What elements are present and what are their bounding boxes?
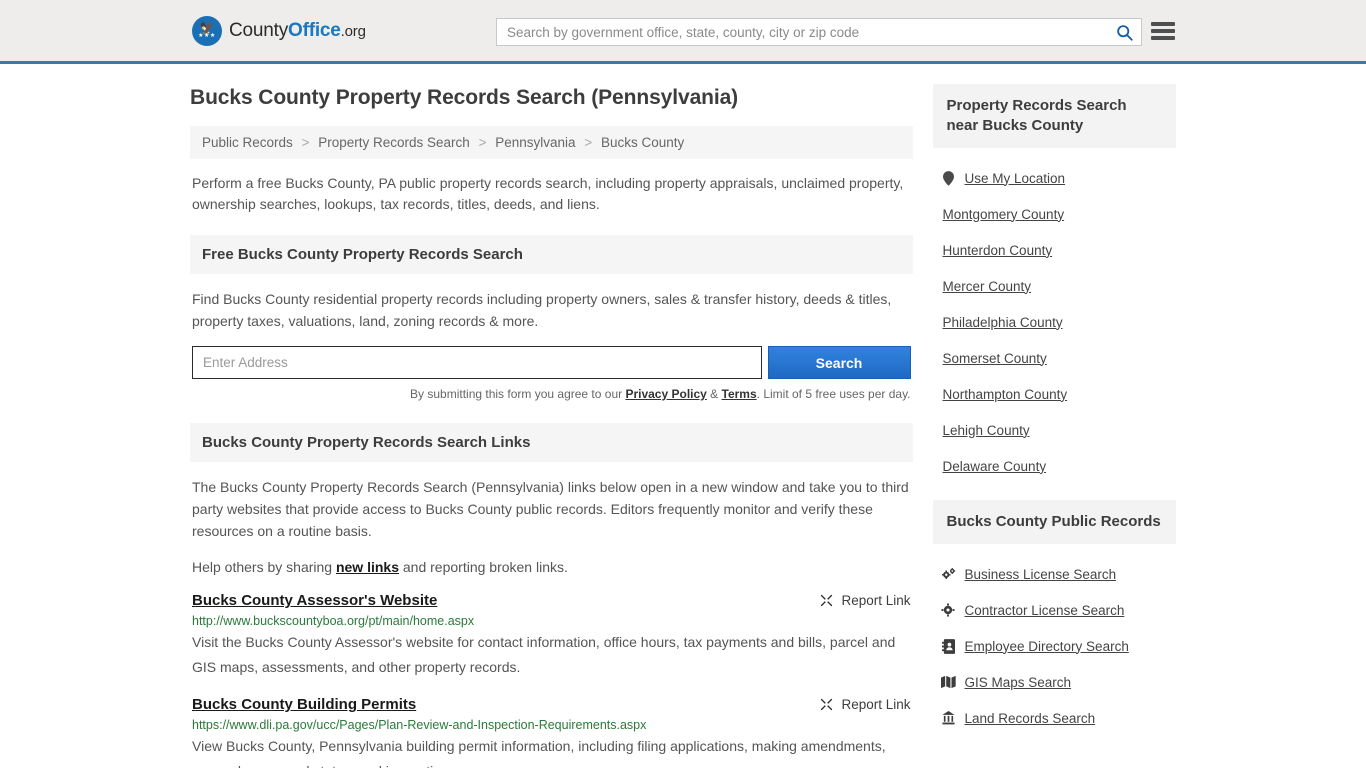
sidebar-item-use-my-location[interactable]: Use My Location: [933, 160, 1176, 196]
sidebar-link-label[interactable]: Contractor License Search: [965, 603, 1125, 618]
broken-link-icon: [821, 594, 833, 607]
eagle-seal-icon: 🦅 ★★★: [192, 15, 222, 46]
sidebar-link-label[interactable]: Northampton County: [943, 387, 1068, 402]
sidebar-link-label[interactable]: Philadelphia County: [943, 315, 1063, 330]
sidebar-link-label[interactable]: Use My Location: [965, 171, 1066, 186]
brand-part-county: County: [229, 19, 289, 41]
sidebar-item-northampton-county[interactable]: Northampton County: [933, 376, 1176, 412]
privacy-policy-link[interactable]: Privacy Policy: [625, 387, 706, 401]
disclaimer-prefix: By submitting this form you agree to our: [410, 387, 626, 401]
result-description: Visit the Bucks County Assessor's websit…: [192, 634, 896, 675]
sidebar-item-land-records-search[interactable]: Land Records Search: [933, 700, 1176, 736]
free-search-description: Find Bucks County residential property r…: [192, 291, 892, 329]
address-search-form: Search: [192, 346, 911, 379]
sidebar-link-label[interactable]: GIS Maps Search: [965, 675, 1072, 690]
result-header: Bucks County Assessor's Website Report L…: [192, 592, 911, 609]
sidebar-link-label[interactable]: Montgomery County: [943, 207, 1065, 222]
brand-part-office: Office: [288, 19, 341, 41]
result-item: Bucks County Assessor's Website Report L…: [192, 592, 911, 680]
search-links-paragraph: The Bucks County Property Records Search…: [192, 479, 909, 539]
address-input[interactable]: [192, 346, 762, 379]
breadcrumb-separator: >: [478, 135, 487, 150]
breadcrumb-item-bucks-county[interactable]: Bucks County: [601, 135, 684, 150]
sidebar-item-mercer-county[interactable]: Mercer County: [933, 268, 1176, 304]
page-title: Bucks County Property Records Search (Pe…: [190, 86, 739, 109]
report-link-button[interactable]: Report Link: [819, 593, 911, 608]
brand-part-tld: .org: [340, 22, 366, 40]
site-logo[interactable]: 🦅 ★★★ CountyOffice.org: [192, 15, 366, 46]
sidebar-link-label[interactable]: Delaware County: [943, 459, 1047, 474]
main-column: Bucks County Property Records Search (Pe…: [190, 64, 913, 768]
address-search-button[interactable]: Search: [767, 346, 911, 379]
cogs-icon: [941, 567, 956, 581]
form-disclaimer: By submitting this form you agree to our…: [192, 387, 911, 401]
sidebar-item-philadelphia-county[interactable]: Philadelphia County: [933, 304, 1176, 340]
breadcrumb-item-pennsylvania[interactable]: Pennsylvania: [495, 135, 575, 150]
sidebar-link-label[interactable]: Lehigh County: [943, 423, 1030, 438]
sidebar-item-contractor-license-search[interactable]: Contractor License Search: [933, 592, 1176, 628]
sidebar-link-label[interactable]: Business License Search: [965, 567, 1117, 582]
page-body: Bucks County Property Records Search (Pe…: [0, 64, 1366, 768]
sidebar-item-somerset-county[interactable]: Somerset County: [933, 340, 1176, 376]
disclaimer-amp: &: [706, 387, 722, 401]
result-title-link[interactable]: Bucks County Assessor's Website: [192, 592, 437, 609]
search-links-heading: Bucks County Property Records Search Lin…: [190, 423, 913, 462]
result-item: Bucks County Building Permits Report Lin…: [192, 696, 911, 768]
sidebar-item-employee-directory-search[interactable]: Employee Directory Search: [933, 628, 1176, 664]
broken-link-icon: [821, 698, 833, 711]
breadcrumb: Public Records > Property Records Search…: [190, 126, 913, 159]
address-book-icon: [941, 638, 956, 654]
result-url[interactable]: http://www.buckscountyboa.org/pt/main/ho…: [192, 614, 911, 628]
intro-paragraph: Perform a free Bucks County, PA public p…: [192, 175, 904, 212]
help-suffix: and reporting broken links.: [399, 559, 568, 575]
sidebar-item-business-license-search[interactable]: Business License Search: [933, 556, 1176, 592]
sidebar-item-gis-maps-search[interactable]: GIS Maps Search: [933, 664, 1176, 700]
nearby-search-heading: Property Records Search near Bucks Count…: [932, 84, 1176, 148]
search-icon[interactable]: [1107, 19, 1141, 45]
sidebar-link-label[interactable]: Somerset County: [943, 351, 1047, 366]
result-url[interactable]: https://www.dli.pa.gov/ucc/Pages/Plan-Re…: [192, 718, 911, 732]
help-others-line: Help others by sharing new links and rep…: [192, 556, 911, 578]
landmark-icon: [941, 711, 956, 725]
cog-icon: [941, 603, 956, 617]
disclaimer-suffix: . Limit of 5 free uses per day.: [756, 387, 911, 401]
free-search-heading: Free Bucks County Property Records Searc…: [190, 235, 913, 274]
sidebar-item-montgomery-county[interactable]: Montgomery County: [933, 196, 1176, 232]
breadcrumb-separator: >: [301, 135, 310, 150]
map-pin-icon: [941, 170, 956, 186]
sidebar-link-label[interactable]: Hunterdon County: [943, 243, 1053, 258]
sidebar: Property Records Search near Bucks Count…: [932, 64, 1176, 768]
report-link-button[interactable]: Report Link: [819, 697, 911, 712]
public-records-heading: Bucks County Public Records: [932, 500, 1176, 544]
breadcrumb-item-property-records-search[interactable]: Property Records Search: [318, 135, 470, 150]
help-prefix: Help others by sharing: [192, 559, 336, 575]
new-links-link[interactable]: new links: [336, 559, 399, 575]
result-description: View Bucks County, Pennsylvania building…: [192, 738, 886, 768]
sidebar-link-label[interactable]: Land Records Search: [965, 711, 1096, 726]
sidebar-link-label[interactable]: Employee Directory Search: [965, 639, 1129, 654]
sidebar-item-hunterdon-county[interactable]: Hunterdon County: [933, 232, 1176, 268]
report-link-label: Report Link: [841, 697, 911, 712]
brand-wordmark: CountyOffice.org: [229, 20, 366, 42]
header-search-bar[interactable]: [496, 18, 1142, 46]
hamburger-menu-icon[interactable]: [1151, 20, 1175, 42]
terms-link[interactable]: Terms: [722, 387, 757, 401]
result-title-link[interactable]: Bucks County Building Permits: [192, 696, 416, 713]
breadcrumb-separator: >: [584, 135, 593, 150]
sidebar-item-lehigh-county[interactable]: Lehigh County: [933, 412, 1176, 448]
search-input[interactable]: [497, 19, 1107, 45]
site-header: 🦅 ★★★ CountyOffice.org: [0, 0, 1366, 64]
report-link-label: Report Link: [841, 593, 911, 608]
breadcrumb-item-public-records[interactable]: Public Records: [202, 135, 293, 150]
sidebar-item-delaware-county[interactable]: Delaware County: [933, 448, 1176, 484]
sidebar-link-label[interactable]: Mercer County: [943, 279, 1032, 294]
map-icon: [940, 675, 956, 689]
result-header: Bucks County Building Permits Report Lin…: [192, 696, 911, 713]
